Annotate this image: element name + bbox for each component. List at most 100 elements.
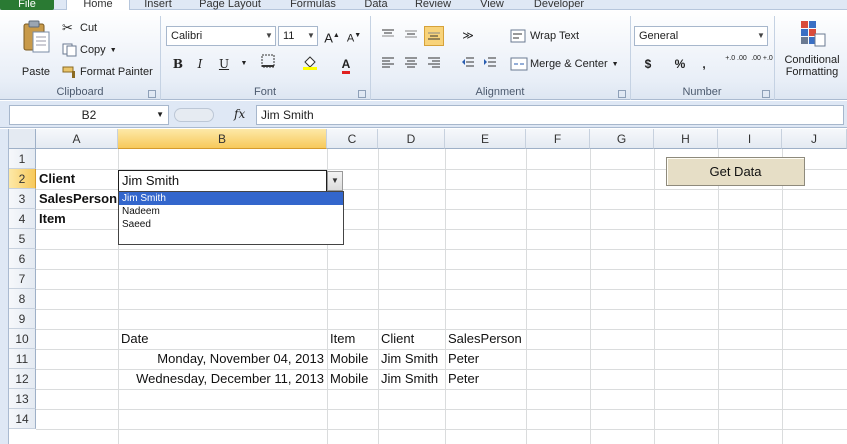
- number-launcher-icon[interactable]: [762, 90, 770, 98]
- column-header-g[interactable]: G: [590, 129, 654, 149]
- column-header-c[interactable]: C: [327, 129, 378, 149]
- select-all-corner[interactable]: [9, 129, 36, 149]
- align-middle-icon[interactable]: [401, 26, 421, 46]
- borders-icon[interactable]: [258, 54, 278, 74]
- formula-bar: B2 ▼ fx Jim Smith: [0, 101, 847, 128]
- cell-b2-active[interactable]: Jim Smith: [118, 170, 327, 192]
- underline-button[interactable]: U: [214, 54, 234, 74]
- align-left-icon[interactable]: [378, 54, 398, 74]
- cell-a3[interactable]: SalesPerson: [36, 189, 118, 209]
- column-header-j[interactable]: J: [782, 129, 847, 149]
- get-data-button[interactable]: Get Data: [666, 157, 805, 186]
- row-header-12[interactable]: 12: [9, 369, 36, 389]
- row-header-8[interactable]: 8: [9, 289, 36, 309]
- column-header-d[interactable]: D: [378, 129, 445, 149]
- column-header-i[interactable]: I: [718, 129, 782, 149]
- column-header-e[interactable]: E: [445, 129, 526, 149]
- validation-dropdown-button[interactable]: ▼: [327, 171, 343, 191]
- font-name-select[interactable]: Calibri ▼: [166, 26, 276, 46]
- comma-button[interactable]: ,: [694, 54, 714, 74]
- increase-indent-icon[interactable]: [480, 54, 500, 74]
- italic-button[interactable]: I: [190, 54, 210, 74]
- formula-input[interactable]: Jim Smith: [256, 105, 844, 125]
- cell-d10[interactable]: Client: [378, 329, 445, 349]
- decrease-decimal-button[interactable]: .00 +.0: [750, 54, 774, 74]
- tab-developer[interactable]: Developer: [524, 0, 594, 10]
- merge-center-button[interactable]: Merge & Center ▼: [510, 54, 619, 74]
- cell-b12[interactable]: Wednesday, December 11, 2013: [118, 369, 327, 389]
- tab-view[interactable]: View: [470, 0, 514, 10]
- alignment-launcher-icon[interactable]: [618, 90, 626, 98]
- cell-c11[interactable]: Mobile: [327, 349, 378, 369]
- cell-d11[interactable]: Jim Smith: [378, 349, 445, 369]
- font-color-icon[interactable]: A: [336, 54, 356, 74]
- formula-bar-resize-handle[interactable]: [174, 108, 214, 122]
- column-header-f[interactable]: F: [526, 129, 590, 149]
- row-header-4[interactable]: 4: [9, 209, 36, 229]
- cell-d12[interactable]: Jim Smith: [378, 369, 445, 389]
- row-header-3[interactable]: 3: [9, 189, 36, 209]
- cell-b10[interactable]: Date: [118, 329, 327, 349]
- dropdown-option-nadeem[interactable]: Nadeem: [119, 205, 343, 218]
- chevron-down-icon[interactable]: ▼: [234, 54, 254, 74]
- tab-page-layout[interactable]: Page Layout: [190, 0, 270, 10]
- paste-button[interactable]: Paste: [14, 20, 58, 80]
- currency-button[interactable]: $: [638, 54, 658, 74]
- cell-a2[interactable]: Client: [36, 169, 118, 189]
- insert-function-icon[interactable]: fx: [234, 107, 245, 121]
- row-header-10[interactable]: 10: [9, 329, 36, 349]
- cell-a4[interactable]: Item: [36, 209, 118, 229]
- tab-review[interactable]: Review: [406, 0, 460, 10]
- row-header-9[interactable]: 9: [9, 309, 36, 329]
- conditional-formatting-button[interactable]: Conditional Formatting: [778, 18, 846, 82]
- clipboard-launcher-icon[interactable]: [148, 90, 156, 98]
- bold-button[interactable]: B: [168, 54, 188, 74]
- percent-button[interactable]: %: [670, 54, 690, 74]
- fill-color-icon[interactable]: [300, 54, 320, 74]
- gridline: [654, 149, 655, 444]
- row-header-2[interactable]: 2: [9, 169, 36, 189]
- cell-c12[interactable]: Mobile: [327, 369, 378, 389]
- align-right-icon[interactable]: [424, 54, 444, 74]
- align-center-icon[interactable]: [401, 54, 421, 74]
- row-header-13[interactable]: 13: [9, 389, 36, 409]
- cell-b11[interactable]: Monday, November 04, 2013: [118, 349, 327, 369]
- align-top-icon[interactable]: [378, 26, 398, 46]
- tab-data[interactable]: Data: [356, 0, 396, 10]
- row-header-6[interactable]: 6: [9, 249, 36, 269]
- merge-cells-icon: [510, 57, 528, 71]
- orientation-icon[interactable]: ≫: [458, 26, 478, 46]
- cell-e12[interactable]: Peter: [445, 369, 526, 389]
- wrap-text-button[interactable]: Wrap Text: [510, 26, 579, 46]
- font-launcher-icon[interactable]: [358, 90, 366, 98]
- row-header-7[interactable]: 7: [9, 269, 36, 289]
- shrink-font-icon[interactable]: A▼: [344, 26, 364, 46]
- decrease-indent-icon[interactable]: [458, 54, 478, 74]
- dropdown-option-saeed[interactable]: Saeed: [119, 218, 343, 231]
- increase-decimal-button[interactable]: +.0 .00: [724, 54, 748, 74]
- cut-button[interactable]: ✂ Cut: [62, 20, 97, 36]
- cell-e11[interactable]: Peter: [445, 349, 526, 369]
- tab-formulas[interactable]: Formulas: [280, 0, 346, 10]
- tab-file[interactable]: File: [0, 0, 54, 10]
- format-painter-button[interactable]: Format Painter: [62, 64, 153, 80]
- alignment-group-label: Alignment: [475, 86, 525, 98]
- row-header-1[interactable]: 1: [9, 149, 36, 169]
- column-header-h[interactable]: H: [654, 129, 718, 149]
- copy-button[interactable]: Copy ▼: [62, 42, 117, 58]
- column-header-a[interactable]: A: [36, 129, 118, 149]
- dropdown-option-jim-smith[interactable]: Jim Smith: [119, 192, 343, 205]
- font-size-select[interactable]: 11 ▼: [278, 26, 318, 46]
- gridline: [36, 429, 847, 430]
- cell-e10[interactable]: SalesPerson: [445, 329, 526, 349]
- number-format-select[interactable]: General ▼: [634, 26, 768, 46]
- grow-font-icon[interactable]: A▲: [322, 26, 342, 46]
- cell-c10[interactable]: Item: [327, 329, 378, 349]
- row-header-14[interactable]: 14: [9, 409, 36, 429]
- name-box[interactable]: B2 ▼: [9, 105, 169, 125]
- row-header-5[interactable]: 5: [9, 229, 36, 249]
- align-bottom-icon[interactable]: [424, 26, 444, 46]
- tab-insert[interactable]: Insert: [134, 0, 182, 10]
- column-header-b[interactable]: B: [118, 129, 327, 149]
- row-header-11[interactable]: 11: [9, 349, 36, 369]
